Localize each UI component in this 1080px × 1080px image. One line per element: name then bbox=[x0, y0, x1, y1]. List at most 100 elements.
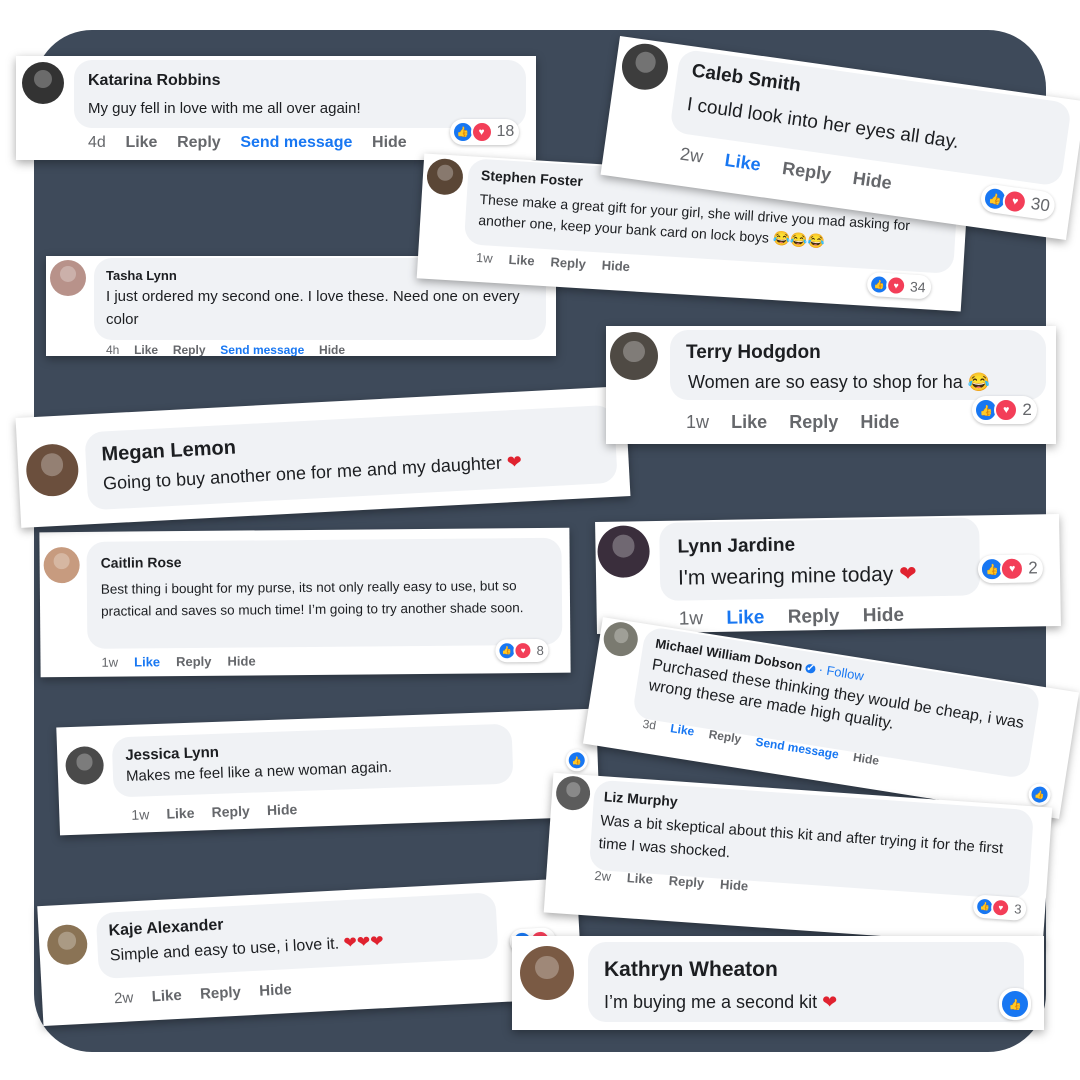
comment-time: 1w bbox=[131, 806, 150, 823]
reaction-summary[interactable]: 👍 ♥ 2 bbox=[972, 396, 1037, 424]
reply-button[interactable]: Reply bbox=[176, 654, 212, 669]
reaction-count: 2 bbox=[1022, 400, 1032, 419]
comment-text: My guy fell in love with me all over aga… bbox=[88, 100, 361, 117]
avatar[interactable] bbox=[610, 332, 658, 380]
reply-button[interactable]: Reply bbox=[788, 606, 840, 628]
comment-actions: 1w Like Reply Hide bbox=[131, 801, 311, 823]
comment-text: I’m buying me a second kit bbox=[604, 992, 818, 1012]
commenter-name[interactable]: Tasha Lynn bbox=[106, 268, 177, 283]
avatar[interactable] bbox=[43, 546, 80, 584]
reaction-summary[interactable]: 👍 bbox=[1027, 781, 1053, 808]
heart-emoji: ❤ bbox=[898, 562, 917, 586]
comment-actions: 2w Like Reply Hide bbox=[114, 980, 307, 1007]
hide-button[interactable]: Hide bbox=[227, 653, 255, 668]
reaction-summary[interactable]: 👍 ♥ 2 bbox=[977, 554, 1043, 584]
comment-text: Best thing i bought for my purse, its no… bbox=[100, 578, 524, 619]
like-button[interactable]: Like bbox=[166, 805, 195, 822]
heart-icon: ♥ bbox=[1000, 556, 1025, 581]
comment-actions: 1w Like Reply Hide bbox=[686, 412, 917, 433]
comment-card-lynn-jardine: Lynn Jardine I'm wearing mine today ❤ 1w… bbox=[595, 513, 1061, 635]
comment-text: I just ordered my second one. I love the… bbox=[106, 288, 520, 328]
like-button[interactable]: Like bbox=[151, 987, 182, 1006]
hide-button[interactable]: Hide bbox=[267, 801, 298, 818]
reply-button[interactable]: Reply bbox=[200, 984, 242, 1003]
reply-button[interactable]: Reply bbox=[173, 343, 206, 356]
reaction-summary[interactable]: 👍 ♥ 8 bbox=[495, 638, 549, 663]
hide-button[interactable]: Hide bbox=[852, 168, 893, 193]
avatar[interactable] bbox=[520, 946, 574, 1000]
hide-button[interactable]: Hide bbox=[860, 412, 899, 432]
reaction-summary[interactable]: 👍 bbox=[565, 748, 589, 772]
heart-emoji: ❤ bbox=[822, 992, 838, 1012]
comment-text-line: I’m buying me a second kit ❤ bbox=[604, 990, 1004, 1014]
thumbs-up-icon: 👍 bbox=[566, 749, 588, 771]
comment-time: 2w bbox=[593, 867, 612, 884]
comment-time: 3d bbox=[641, 716, 658, 733]
heart-icon: ♥ bbox=[1001, 188, 1029, 216]
avatar[interactable] bbox=[597, 525, 651, 579]
send-message-button[interactable]: Send message bbox=[240, 134, 352, 151]
hide-button[interactable]: Hide bbox=[372, 134, 407, 151]
thumbs-up-icon: 👍 bbox=[1028, 783, 1052, 807]
avatar[interactable] bbox=[554, 775, 592, 812]
like-button[interactable]: Like bbox=[669, 721, 695, 739]
commenter-name[interactable]: Terry Hodgdon bbox=[686, 342, 821, 364]
avatar[interactable] bbox=[64, 745, 105, 786]
commenter-name[interactable]: Lynn Jardine bbox=[677, 535, 795, 559]
like-button[interactable]: Like bbox=[724, 150, 762, 175]
avatar[interactable] bbox=[24, 442, 80, 498]
hide-button[interactable]: Hide bbox=[319, 343, 345, 356]
avatar[interactable] bbox=[601, 619, 641, 659]
avatar[interactable] bbox=[46, 923, 89, 966]
reply-button[interactable]: Reply bbox=[668, 873, 704, 890]
reply-button[interactable]: Reply bbox=[211, 803, 250, 820]
hide-button[interactable]: Hide bbox=[601, 258, 630, 275]
avatar[interactable] bbox=[22, 62, 64, 104]
comment-time: 2w bbox=[678, 143, 705, 167]
heart-icon: ♥ bbox=[513, 641, 533, 661]
like-button[interactable]: Like bbox=[134, 343, 158, 356]
reaction-summary[interactable]: 👍 ♥ 3 bbox=[972, 894, 1028, 922]
comment-time: 1w bbox=[678, 608, 704, 630]
reaction-summary[interactable]: 👍 bbox=[999, 988, 1031, 1020]
comment-time: 1w bbox=[101, 654, 119, 670]
reply-button[interactable]: Reply bbox=[550, 254, 586, 271]
hide-button[interactable]: Hide bbox=[863, 605, 905, 627]
hide-button[interactable]: Hide bbox=[720, 877, 749, 894]
send-message-button[interactable]: Send message bbox=[220, 343, 304, 356]
comment-actions: 1w Like Reply Hide bbox=[476, 250, 643, 275]
like-button[interactable]: Like bbox=[134, 654, 160, 669]
heart-emoji: ❤ bbox=[506, 451, 523, 473]
like-button[interactable]: Like bbox=[726, 607, 764, 629]
thumbs-up-icon: 👍 bbox=[1000, 989, 1030, 1019]
comment-time: 2w bbox=[113, 989, 134, 1008]
comment-text-line: I'm wearing mine today ❤ bbox=[678, 559, 998, 593]
reaction-summary[interactable]: 👍 ♥ 18 bbox=[450, 119, 520, 145]
like-button[interactable]: Like bbox=[125, 134, 157, 151]
comment-actions: 4h Like Reply Send message Hide bbox=[106, 343, 356, 356]
hide-button[interactable]: Hide bbox=[852, 750, 880, 768]
reaction-summary[interactable]: 👍 ♥ 30 bbox=[979, 182, 1057, 221]
commenter-name[interactable]: Katarina Robbins bbox=[88, 72, 220, 90]
reply-button[interactable]: Reply bbox=[789, 412, 838, 432]
commenter-name[interactable]: Jessica Lynn bbox=[125, 744, 219, 764]
reaction-count: 18 bbox=[496, 123, 515, 140]
hide-button[interactable]: Hide bbox=[259, 981, 292, 1000]
reaction-count: 30 bbox=[1029, 193, 1052, 216]
avatar[interactable] bbox=[619, 40, 671, 93]
comment-text: Women are so easy to shop for ha 😂 bbox=[688, 372, 991, 392]
reaction-count: 2 bbox=[1028, 558, 1038, 578]
avatar[interactable] bbox=[425, 157, 465, 196]
commenter-name[interactable]: Caitlin Rose bbox=[101, 554, 182, 571]
reply-button[interactable]: Reply bbox=[177, 134, 221, 151]
avatar[interactable] bbox=[50, 260, 86, 296]
reaction-summary[interactable]: 👍 ♥ 34 bbox=[866, 271, 932, 300]
reaction-count: 8 bbox=[536, 642, 544, 658]
like-button[interactable]: Like bbox=[626, 870, 653, 887]
comment-actions: 1w Like Reply Hide bbox=[679, 604, 923, 630]
reply-button[interactable]: Reply bbox=[781, 158, 832, 185]
like-button[interactable]: Like bbox=[508, 252, 535, 269]
comment-text: I'm wearing mine today bbox=[677, 562, 894, 590]
like-button[interactable]: Like bbox=[731, 412, 767, 432]
commenter-name[interactable]: Kathryn Wheaton bbox=[604, 958, 778, 982]
